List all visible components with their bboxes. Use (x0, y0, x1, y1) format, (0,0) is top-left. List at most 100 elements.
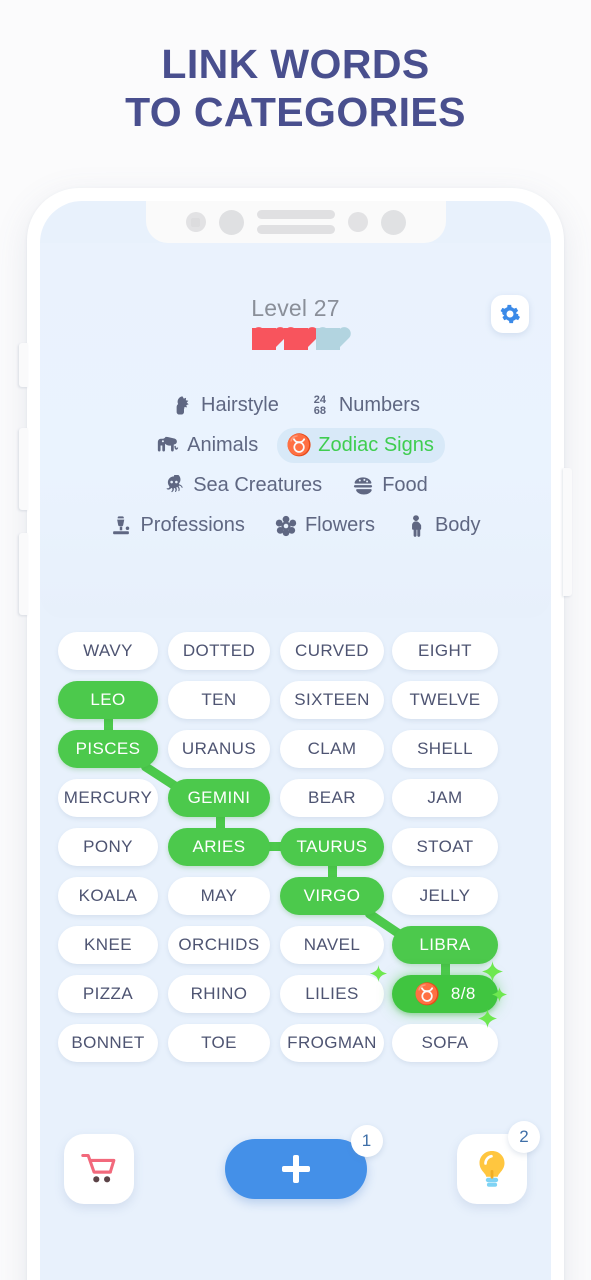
category-chip-zodiac-signs[interactable]: ♉ Zodiac Signs (277, 428, 445, 463)
word-tile-label: CLAM (307, 739, 357, 758)
microscope-icon (110, 515, 132, 537)
game-header-card: Level 27 Hairstyle 24 68 Numbers Animals ♉ Zod… (40, 243, 551, 618)
word-tile-label: FROGMAN (287, 1033, 377, 1052)
word-tile[interactable]: JELLY (392, 877, 498, 915)
word-tile[interactable]: ARIES (168, 828, 270, 866)
word-tile[interactable]: NAVEL (280, 926, 384, 964)
settings-button[interactable] (491, 295, 529, 333)
word-tile[interactable]: TAURUS (280, 828, 384, 866)
category-chip-hairstyle[interactable]: Hairstyle (160, 388, 290, 423)
category-chip-professions[interactable]: Professions (99, 508, 256, 543)
word-tile-label: SOFA (421, 1033, 469, 1052)
shop-button[interactable] (64, 1134, 134, 1204)
word-tile[interactable]: WAVY (58, 632, 158, 670)
word-tile[interactable]: PIZZA (58, 975, 158, 1013)
word-tile[interactable]: SHELL (392, 730, 498, 768)
category-list: Hairstyle 24 68 Numbers Animals ♉ Zodiac Signs… (54, 388, 537, 548)
word-tile[interactable]: PISCES (58, 730, 158, 768)
proximity-sensor-icon (347, 212, 368, 232)
word-tile[interactable]: TWELVE (392, 681, 498, 719)
word-tile[interactable]: STOAT (392, 828, 498, 866)
word-tile[interactable]: FROGMAN (280, 1024, 384, 1062)
lives-indicator (40, 328, 551, 350)
word-tile-label: RHINO (190, 984, 248, 1003)
speaker-grill-icon (256, 210, 335, 234)
page-title-line2: TO CATEGORIES (125, 89, 466, 136)
gear-icon (500, 304, 520, 324)
word-tile-label: STOAT (416, 837, 474, 856)
category-chip-numbers[interactable]: 24 68 Numbers (298, 388, 431, 423)
add-button[interactable]: 1 (224, 1125, 383, 1199)
phone-screen: Level 27 Hairstyle 24 68 Numbers Animals ♉ Zod… (40, 201, 551, 1280)
category-chip-flowers[interactable]: Flowers (264, 508, 386, 543)
word-tile-label: EIGHT (418, 641, 472, 660)
word-tile[interactable]: SIXTEEN (280, 681, 384, 719)
word-tile-label: LIBRA (419, 935, 471, 954)
word-tile-label: MAY (200, 886, 238, 905)
phone-button-volume-down[interactable] (19, 533, 28, 615)
word-tile[interactable]: CLAM (280, 730, 384, 768)
shopping-cart-icon (81, 1153, 116, 1183)
hint-count-badge: 2 (508, 1121, 540, 1153)
hint-button[interactable]: 2 (457, 1121, 540, 1204)
progress-count: 8/8 (450, 984, 476, 1003)
category-chip-body[interactable]: Body (394, 508, 492, 543)
front-camera-icon (380, 209, 406, 235)
word-tile[interactable]: TOE (168, 1024, 270, 1062)
sparkle-icon (478, 1009, 497, 1033)
word-tile[interactable]: PONY (58, 828, 158, 866)
word-tile[interactable]: VIRGO (280, 877, 384, 915)
category-chip-label: Animals (187, 434, 259, 456)
bottom-toolbar: 1 2 (40, 1101, 551, 1280)
plus-icon (281, 1154, 311, 1184)
sparkle-icon (370, 965, 387, 987)
elephant-icon (157, 435, 179, 457)
taurus-icon: ♉ (286, 434, 313, 457)
word-tile[interactable]: RHINO (168, 975, 270, 1013)
word-tile[interactable]: KNEE (58, 926, 158, 964)
phone-button-power[interactable] (563, 468, 572, 596)
word-tile-label: ORCHIDS (178, 935, 260, 954)
word-tile-label: SIXTEEN (294, 690, 370, 709)
word-tile-label: PIZZA (82, 984, 134, 1003)
category-chip-sea-creatures[interactable]: Sea Creatures (152, 468, 333, 503)
word-tile-label: TOE (201, 1033, 237, 1052)
category-chip-food[interactable]: Food (341, 468, 439, 503)
burger-icon (352, 475, 374, 497)
page-title-line1: LINK WORDS (161, 41, 430, 87)
lightbulb-icon (479, 1151, 505, 1187)
word-tile[interactable]: JAM (392, 779, 498, 817)
word-tile-label: TWELVE (409, 690, 481, 709)
word-tile[interactable]: GEMINI (168, 779, 270, 817)
word-tile[interactable]: DOTTED (168, 632, 270, 670)
sparkle-icon (492, 987, 507, 1007)
word-tile[interactable]: LIBRA (392, 926, 498, 964)
hairstyle-icon (171, 395, 193, 417)
screenshot-root: LINK WORDS TO CATEGORIES Level 27 Hairst… (0, 0, 591, 1280)
taurus-icon: ♉ (286, 434, 313, 457)
word-tile-label: TAURUS (296, 837, 368, 856)
word-tile[interactable]: KOALA (58, 877, 158, 915)
word-tile[interactable]: MAY (168, 877, 270, 915)
word-tile[interactable]: BONNET (58, 1024, 158, 1062)
word-tile[interactable]: TEN (168, 681, 270, 719)
taurus-icon: ♉ (414, 982, 441, 1006)
word-tile[interactable]: BEAR (280, 779, 384, 817)
word-tile[interactable]: CURVED (280, 632, 384, 670)
phone-button-mute[interactable] (19, 343, 28, 387)
camera-icon (185, 212, 206, 232)
word-tile[interactable]: ORCHIDS (168, 926, 270, 964)
flower-icon (275, 515, 297, 537)
category-chip-animals[interactable]: Animals (146, 428, 269, 463)
word-tile-label: LEO (90, 690, 126, 709)
word-tile[interactable]: MERCURY (58, 779, 158, 817)
word-tile[interactable]: LEO (58, 681, 158, 719)
word-tile[interactable]: LILIES (280, 975, 384, 1013)
word-tile[interactable]: URANUS (168, 730, 270, 768)
word-tile-label: VIRGO (303, 886, 361, 905)
word-tile[interactable]: EIGHT (392, 632, 498, 670)
category-chip-label: Zodiac Signs (318, 434, 434, 456)
category-chip-label: Sea Creatures (193, 474, 323, 496)
phone-button-volume-up[interactable] (19, 428, 28, 510)
category-chip-label: Numbers (338, 394, 420, 416)
